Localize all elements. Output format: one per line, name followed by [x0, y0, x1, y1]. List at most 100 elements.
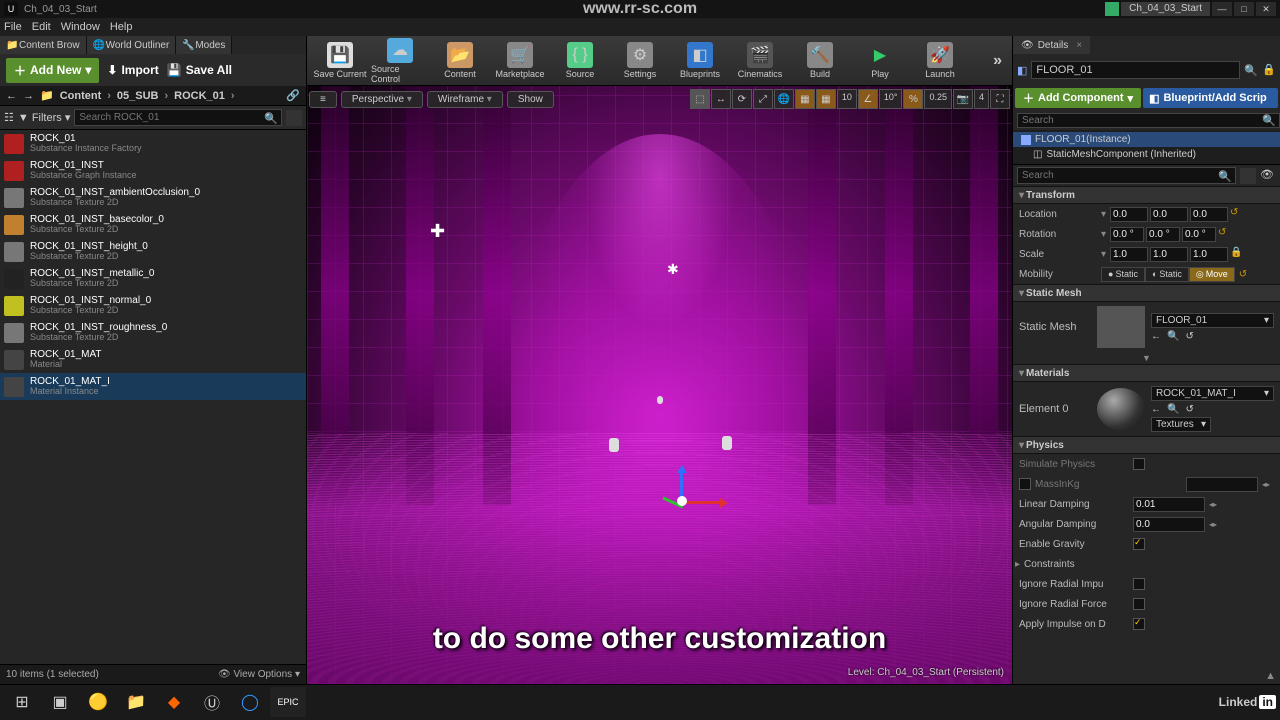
section-static-mesh[interactable]: Static Mesh [1013, 284, 1280, 302]
nav-back-button[interactable]: ← [6, 90, 17, 102]
filters-button[interactable]: ▼ Filters ▾ [18, 111, 70, 124]
material-thumbnail[interactable] [1097, 388, 1145, 430]
asset-ROCK_01_INST_ambientOcclusion_0[interactable]: ROCK_01_INST_ambientOcclusion_0Substance… [0, 184, 306, 211]
viewport-scene[interactable]: ✱ ✚ [307, 86, 1012, 684]
tool-launch[interactable]: 🚀Launch [911, 38, 969, 84]
section-transform[interactable]: Transform [1013, 186, 1280, 204]
chrome-icon[interactable]: 🟡 [80, 687, 116, 717]
loc-z[interactable] [1190, 207, 1228, 222]
grid-snap-value[interactable]: 10 [837, 89, 857, 109]
loc-x[interactable] [1110, 207, 1148, 222]
section-materials[interactable]: Materials [1013, 364, 1280, 382]
angle-snap-icon[interactable]: ∠ [858, 89, 878, 109]
browse-icon[interactable]: 🔍 [1244, 64, 1258, 77]
visibility-icon[interactable]: 👁 [1260, 168, 1276, 184]
mass-override-checkbox[interactable] [1019, 478, 1031, 490]
reset-icon[interactable]: ↺ [1185, 404, 1193, 415]
mesh-thumbnail[interactable] [1097, 306, 1145, 348]
menu-edit[interactable]: Edit [32, 21, 51, 33]
label-constraints[interactable]: Constraints [1024, 559, 1134, 570]
task-view-button[interactable]: ▣ [42, 687, 78, 717]
asset-ROCK_01_INST_roughness_0[interactable]: ROCK_01_INST_roughness_0Substance Textur… [0, 319, 306, 346]
rot-y[interactable] [1146, 227, 1180, 242]
coord-space-icon[interactable]: 🌐 [774, 89, 794, 109]
apply-impulse-checkbox[interactable] [1133, 618, 1145, 630]
reset-icon[interactable]: ↺ [1230, 207, 1242, 222]
reset-icon[interactable]: ↺ [1218, 227, 1230, 242]
mesh-dropdown[interactable]: FLOOR_01▾ [1151, 313, 1274, 328]
tool-save-current[interactable]: 💾Save Current [311, 38, 369, 84]
scale-mode-icon[interactable]: ⤢ [753, 89, 773, 109]
hierarchy-icon[interactable]: ☷ [4, 111, 14, 124]
linear-damping-input[interactable] [1133, 497, 1205, 512]
section-physics[interactable]: Physics [1013, 436, 1280, 454]
ignore-radial-force-checkbox[interactable] [1133, 598, 1145, 610]
toolbar-overflow[interactable]: » [987, 52, 1008, 70]
rot-x[interactable] [1110, 227, 1144, 242]
component-search[interactable] [1017, 113, 1280, 128]
add-component-button[interactable]: ＋ Add Component ▾ [1015, 88, 1141, 108]
breadcrumb-sub[interactable]: 05_SUB [117, 90, 159, 102]
mass-input[interactable] [1186, 477, 1258, 492]
import-button[interactable]: ⬇ Import [107, 63, 158, 77]
add-new-button[interactable]: ＋ Add New ▾ [6, 58, 99, 83]
asset-ROCK_01[interactable]: ROCK_01Substance Instance Factory [0, 130, 306, 157]
mobility-static[interactable]: ● Static [1101, 267, 1145, 282]
view-wireframe[interactable]: Wireframe [427, 91, 503, 108]
asset-ROCK_01_INST[interactable]: ROCK_01_INSTSubstance Graph Instance [0, 157, 306, 184]
mobility-stationary[interactable]: ◐ Static [1145, 267, 1189, 282]
enable-gravity-checkbox[interactable] [1133, 538, 1145, 550]
menu-window[interactable]: Window [61, 21, 100, 33]
translate-mode-icon[interactable]: ↔ [711, 89, 731, 109]
layout-toggle[interactable] [286, 110, 302, 126]
loc-y[interactable] [1150, 207, 1188, 222]
material-dropdown[interactable]: ROCK_01_MAT_I▾ [1151, 386, 1274, 401]
ignore-radial-impulse-checkbox[interactable] [1133, 578, 1145, 590]
tab-details[interactable]: 👁 Details× [1013, 36, 1090, 54]
angular-damping-input[interactable] [1133, 517, 1205, 532]
expand-tray-icon[interactable]: ▲ [1265, 670, 1276, 682]
surface-snap-icon[interactable]: ▦ [795, 89, 815, 109]
tool-source[interactable]: { }Source [551, 38, 609, 84]
asset-ROCK_01_MAT_I[interactable]: ROCK_01_MAT_IMaterial Instance [0, 373, 306, 400]
camera-speed-icon[interactable]: 📷 [953, 89, 973, 109]
asset-ROCK_01_INST_height_0[interactable]: ROCK_01_INST_height_0Substance Texture 2… [0, 238, 306, 265]
ue-icon[interactable]: Ⓤ [194, 687, 230, 717]
select-mode-icon[interactable]: ⬚ [690, 89, 710, 109]
use-icon[interactable]: ← [1151, 404, 1161, 415]
tool-content[interactable]: 📂Content [431, 38, 489, 84]
breadcrumb-rock[interactable]: ROCK_01 [174, 90, 225, 102]
details-search[interactable] [1017, 167, 1236, 184]
tool-marketplace[interactable]: 🛒Marketplace [491, 38, 549, 84]
use-icon[interactable]: ← [1151, 331, 1161, 342]
scale-snap-icon[interactable]: % [903, 89, 923, 109]
rot-z[interactable] [1182, 227, 1216, 242]
scale-x[interactable] [1110, 247, 1148, 262]
tab-world-outliner[interactable]: 🌐World Outliner [87, 36, 177, 54]
scale-y[interactable] [1150, 247, 1188, 262]
menu-help[interactable]: Help [110, 21, 133, 33]
maximize-button[interactable]: □ [1234, 2, 1254, 16]
tool-build[interactable]: 🔨Build [791, 38, 849, 84]
path-lock-icon[interactable]: 🔗 [286, 89, 300, 102]
expand-more[interactable]: ▼ [1013, 352, 1280, 364]
rotate-mode-icon[interactable]: ⟳ [732, 89, 752, 109]
grid-snap-icon[interactable]: ▦ [816, 89, 836, 109]
tab-content-browser[interactable]: 📁Content Brow [0, 36, 87, 54]
component-child[interactable]: ◫StaticMeshComponent (Inherited) [1013, 147, 1280, 162]
close-button[interactable]: ✕ [1256, 2, 1276, 16]
lock-scale-icon[interactable]: 🔒 [1230, 247, 1242, 262]
tool-cinematics[interactable]: 🎬Cinematics [731, 38, 789, 84]
tab-modes[interactable]: 🔧Modes [176, 36, 232, 54]
start-button[interactable]: ⊞ [4, 687, 40, 717]
save-all-button[interactable]: 💾 Save All [167, 63, 232, 77]
transform-gizmo[interactable] [652, 471, 712, 531]
camera-speed-value[interactable]: 4 [974, 89, 989, 109]
asset-ROCK_01_INST_metallic_0[interactable]: ROCK_01_INST_metallic_0Substance Texture… [0, 265, 306, 292]
lock-icon[interactable]: 🔒 [1262, 63, 1276, 77]
mobility-movable[interactable]: ◎ Move [1189, 267, 1235, 282]
view-show[interactable]: Show [507, 91, 554, 108]
browse-icon[interactable]: 🔍 [1167, 331, 1179, 342]
asset-ROCK_01_INST_normal_0[interactable]: ROCK_01_INST_normal_0Substance Texture 2… [0, 292, 306, 319]
maximize-viewport-icon[interactable]: ⛶ [990, 89, 1010, 109]
